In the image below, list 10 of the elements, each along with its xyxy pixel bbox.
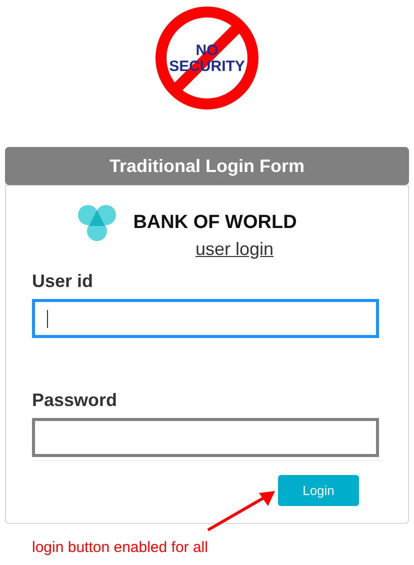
user-login-link[interactable]: user login [195, 236, 274, 263]
input-field[interactable] [32, 299, 379, 338]
form-title: Traditional Login Form [110, 154, 304, 178]
bank-name: BANK OF WORLD [133, 210, 297, 235]
logo-icon [77, 204, 118, 242]
field-label: Password [32, 389, 118, 412]
annotation-text: login button enabled for all [32, 539, 208, 556]
annotation-arrow [205, 488, 277, 533]
input-field[interactable] [32, 418, 379, 457]
field-label: User id [32, 270, 94, 293]
